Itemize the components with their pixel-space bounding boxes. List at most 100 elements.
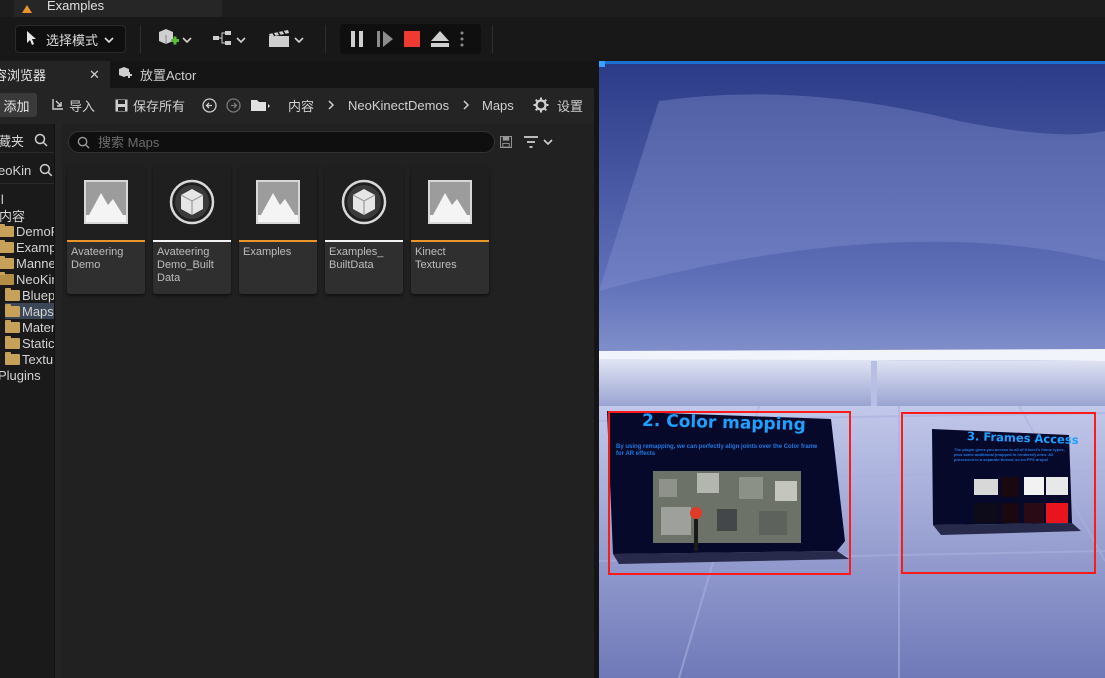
cinematics-button[interactable] (268, 27, 304, 51)
cube-add-icon (156, 27, 180, 52)
folder-tree-item[interactable]: Bluep (5, 287, 55, 303)
eject-button[interactable] (430, 30, 450, 48)
save-search-button[interactable] (500, 136, 512, 148)
folder-tree-item[interactable]: Textu (5, 351, 53, 367)
back-arrow-icon (202, 97, 217, 113)
folder-tree-label: Exampl (16, 239, 54, 255)
search-icon[interactable] (34, 133, 48, 147)
blueprint-button[interactable] (212, 27, 246, 51)
chevron-down-icon (543, 139, 553, 146)
folder-tree-label: Textu (22, 351, 54, 367)
project-label: eoKin (0, 162, 32, 178)
add-button-label: 添加 (3, 98, 30, 114)
place-actor-tab[interactable]: 放置Actor (117, 61, 196, 88)
folder-tree-label: Plugins (0, 367, 41, 383)
tree-root-item[interactable]: Plugins (0, 367, 41, 383)
asset-tile[interactable]: Avateering Demo (67, 166, 145, 294)
asset-search-input[interactable] (98, 134, 478, 150)
breadcrumb-item[interactable]: Maps (482, 96, 514, 114)
highlight-box-left (608, 411, 851, 575)
folder-tree-item[interactable]: Mater (5, 319, 54, 335)
folder-tree-label: Bluep (22, 287, 55, 303)
more-icon (460, 31, 464, 47)
asset-type-color-bar (325, 240, 403, 242)
sources-divider (0, 183, 54, 184)
folder-icon (5, 287, 20, 301)
history-forward-button[interactable] (226, 96, 241, 114)
folder-tree-item[interactable]: Maps (5, 303, 54, 319)
folder-tree-label: Manne (16, 255, 55, 271)
project-header[interactable]: eoKin (0, 162, 53, 178)
folder-tree-item[interactable]: NeoKin (0, 271, 55, 287)
asset-tile[interactable]: Examples_ BuiltData (325, 166, 403, 294)
eject-icon (431, 31, 449, 47)
breadcrumb-separator-icon (462, 96, 470, 114)
save-icon (115, 99, 128, 111)
chevron-down-icon (294, 32, 304, 47)
folder-icon (0, 271, 14, 285)
asset-name: Kinect Textures (415, 246, 457, 271)
folder-tree-item[interactable]: DemoR (0, 223, 54, 239)
import-button[interactable]: 导入 (50, 96, 95, 114)
asset-type-color-bar (153, 240, 231, 242)
asset-name: Examples_ BuiltData (329, 246, 384, 271)
add-actor-button[interactable] (156, 27, 192, 51)
folder-icon (0, 255, 14, 269)
cube-icon (341, 179, 387, 228)
folder-tree-label: NeoKin (16, 271, 55, 287)
stop-button[interactable] (404, 31, 420, 47)
toolbar-divider (140, 25, 141, 53)
more-options-button[interactable] (460, 30, 464, 48)
asset-name: Avateering Demo_Built Data (157, 246, 214, 284)
viewport-focus-border (599, 61, 1105, 64)
close-icon[interactable]: ✕ (89, 67, 100, 83)
search-icon[interactable] (39, 163, 53, 177)
filter-button[interactable] (523, 135, 553, 149)
step-icon (377, 31, 393, 47)
asset-search-box[interactable] (68, 131, 495, 153)
asset-type-color-bar (239, 240, 317, 242)
folder-tree-item[interactable]: Static (5, 335, 54, 351)
level-viewport[interactable]: 2. Color mapping By using remapping, we … (599, 61, 1105, 678)
asset-tile[interactable]: Examples (239, 166, 317, 294)
select-mode-dropdown[interactable]: 选择模式 (15, 25, 126, 53)
chevron-down-icon (104, 32, 114, 47)
folder-icon (251, 100, 270, 111)
viewport-corner-marker (599, 61, 605, 67)
gear-icon (533, 97, 549, 113)
add-button[interactable]: 添加 (0, 93, 37, 117)
import-icon (52, 99, 63, 110)
map-icon (427, 179, 473, 228)
folder-icon (0, 239, 14, 253)
save-all-button[interactable]: 保存所有 (115, 96, 185, 114)
content-browser-tab-label: 容浏览器 (0, 68, 47, 83)
asset-tile[interactable]: Avateering Demo_Built Data (153, 166, 231, 294)
step-button[interactable] (376, 30, 394, 48)
folder-tree-item[interactable]: Exampl (0, 239, 54, 255)
level-tab[interactable]: Examples (14, 0, 222, 17)
stop-icon (404, 31, 420, 47)
path-folder-button[interactable] (250, 96, 270, 114)
asset-type-color-bar (67, 240, 145, 242)
asset-thumbnail (67, 166, 145, 240)
toolbar-divider (492, 25, 493, 53)
favorites-header[interactable]: 藏夹 (0, 132, 53, 149)
folder-icon (5, 303, 20, 317)
viewport-scene (599, 61, 1105, 678)
content-browser-toolbar: 添加 导入 保存所有 内容 NeoKinectDemos Maps 设置 (0, 88, 594, 122)
asset-tile[interactable]: Kinect Textures (411, 166, 489, 294)
settings-button[interactable]: 设置 (533, 96, 583, 114)
asset-thumbnail (239, 166, 317, 240)
tree-root-item[interactable]: 内容 (0, 207, 25, 224)
folder-tree-item[interactable]: Manne (0, 255, 55, 271)
filter-icon (524, 136, 538, 148)
cube-icon (169, 179, 215, 228)
breadcrumb-item[interactable]: NeoKinectDemos (348, 96, 449, 114)
cursor-icon (24, 30, 38, 49)
favorites-label: 藏夹 (0, 133, 25, 149)
save-icon (500, 136, 512, 148)
pause-button[interactable] (350, 30, 364, 48)
history-back-button[interactable] (202, 96, 217, 114)
breadcrumb-item[interactable]: 内容 (288, 96, 314, 114)
select-mode-label: 选择模式 (46, 32, 99, 48)
